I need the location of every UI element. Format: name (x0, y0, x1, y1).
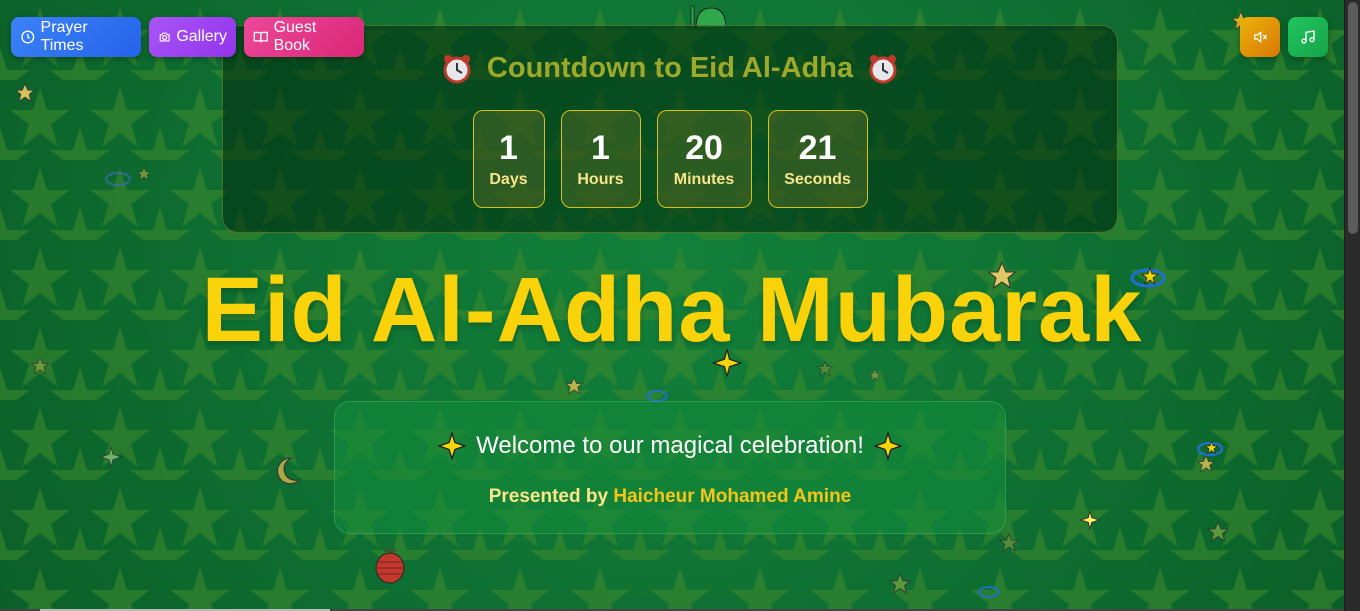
countdown-seconds-label: Seconds (784, 171, 851, 188)
star-icon (998, 532, 1020, 553)
music-note-icon (1301, 30, 1315, 44)
countdown-units: 1 Days 1 Hours 20 Minutes 21 Seconds (223, 110, 1117, 208)
planet-ring-icon (1196, 440, 1224, 457)
presented-by-label: Presented by (488, 486, 609, 507)
countdown-days-value: 1 (499, 129, 518, 167)
planet-ring-icon (978, 586, 1000, 598)
welcome-message: Welcome to our magical celebration! (476, 432, 864, 459)
prayer-times-button[interactable]: Prayer Times (11, 17, 141, 57)
star-icon (14, 82, 36, 103)
prayer-times-label: Prayer Times (40, 19, 88, 54)
music-button[interactable] (1288, 17, 1328, 57)
star-icon (564, 376, 584, 395)
sparkle-icon (100, 446, 122, 468)
gallery-button[interactable]: Gallery (149, 17, 236, 57)
alarm-clock-icon (869, 54, 897, 83)
guest-book-label: Guest Book (273, 19, 317, 54)
countdown-hours: 1 Hours (560, 110, 641, 208)
star-icon (136, 166, 152, 181)
welcome-card: Welcome to our magical celebration! Pres… (334, 401, 1006, 534)
vertical-scrollbar[interactable] (1344, 0, 1360, 611)
countdown-days-label: Days (489, 171, 528, 188)
volume-mute-icon (1254, 30, 1268, 44)
planet-ring-icon (104, 171, 132, 187)
countdown-days: 1 Days (472, 110, 545, 208)
open-book-icon (253, 31, 268, 43)
presenter-line: Presented by Haicheur Mohamed Amine (335, 486, 1005, 508)
crescent-moon-icon (276, 457, 301, 485)
sparkle-star-icon (438, 432, 467, 460)
countdown-title: Countdown to Eid Al-Adha (486, 52, 854, 84)
star-icon (1206, 520, 1230, 542)
gallery-label: Gallery (176, 28, 227, 45)
sparkle-icon (1080, 510, 1100, 530)
top-navigation: Prayer Times Gallery Guest Book (11, 17, 364, 57)
countdown-hours-label: Hours (577, 171, 624, 188)
lantern-icon (375, 548, 405, 584)
star-icon (868, 368, 882, 381)
countdown-seconds: 21 Seconds (767, 110, 868, 208)
presenter-name: Haicheur Mohamed Amine (613, 486, 852, 507)
countdown-hours-value: 1 (591, 129, 610, 167)
welcome-line: Welcome to our magical celebration! (335, 432, 1005, 460)
main-headline: Eid Al-Adha Mubarak (201, 259, 1143, 361)
scrollbar-thumb[interactable] (1348, 2, 1358, 234)
countdown-seconds-value: 21 (798, 129, 837, 167)
countdown-minutes: 20 Minutes (656, 110, 752, 208)
countdown-minutes-value: 20 (685, 129, 723, 167)
star-icon (888, 572, 912, 594)
alarm-clock-icon (443, 54, 471, 83)
guest-book-button[interactable]: Guest Book (244, 17, 364, 57)
camera-icon (159, 32, 170, 42)
sparkle-star-icon (873, 432, 902, 460)
clock-icon (21, 30, 35, 44)
countdown-minutes-label: Minutes (673, 171, 735, 188)
mute-button[interactable] (1240, 17, 1280, 57)
